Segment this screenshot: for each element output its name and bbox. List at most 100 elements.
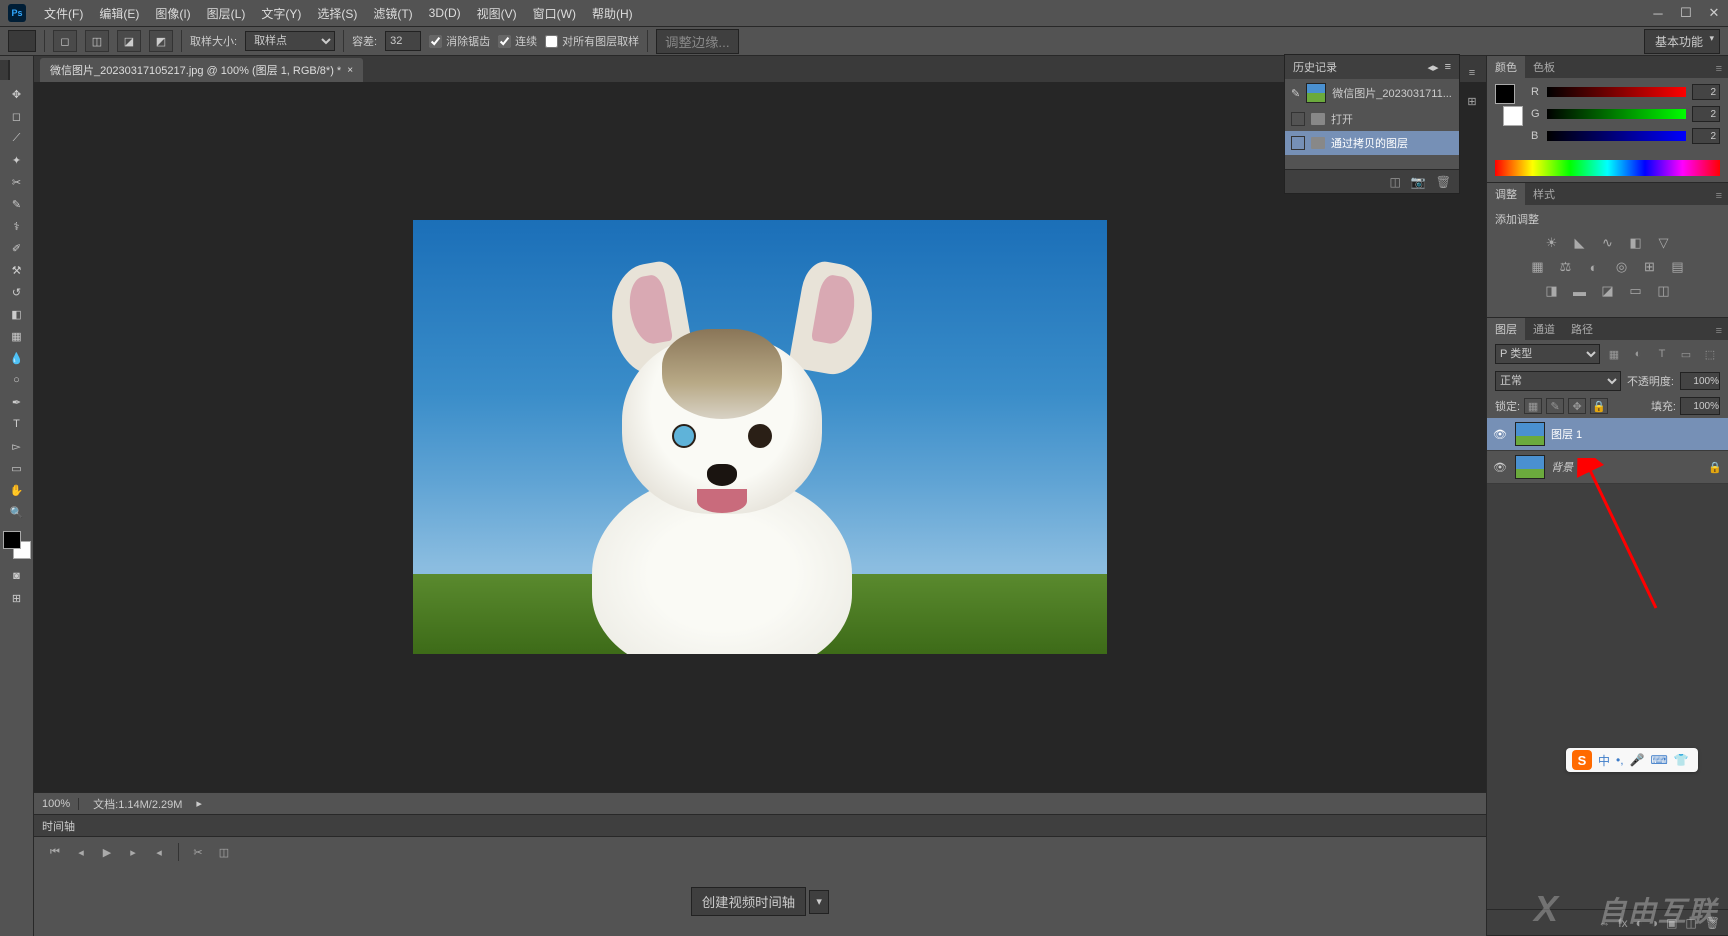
minimize-icon[interactable]: ─ (1644, 2, 1672, 24)
lasso-tool-icon[interactable]: ⟋ (3, 127, 31, 149)
ime-keyboard-icon[interactable]: ⌨ (1651, 753, 1668, 767)
menu-file[interactable]: 文件(F) (36, 2, 91, 25)
color-lookup-icon[interactable]: ▤ (1669, 259, 1687, 275)
tab-paths[interactable]: 路径 (1563, 318, 1601, 340)
create-video-timeline-button[interactable]: 创建视频时间轴 (691, 887, 806, 916)
r-slider[interactable] (1547, 87, 1686, 97)
sample-size-select[interactable]: 取样点 (245, 31, 335, 51)
invert-icon[interactable]: ◨ (1543, 283, 1561, 299)
levels-icon[interactable]: ◣ (1571, 235, 1589, 251)
marquee-tool-icon[interactable]: ◻ (3, 105, 31, 127)
adjustments-panel-menu-icon[interactable]: ≡ (1710, 187, 1728, 205)
layer-row-layer1[interactable]: 👁 图层 1 (1487, 418, 1728, 451)
selective-color-icon[interactable]: ◫ (1655, 283, 1673, 299)
color-swatches[interactable] (3, 531, 31, 559)
ime-toolbar[interactable]: S 中 •, 🎤 ⌨ 👕 (1566, 748, 1698, 772)
blend-mode-select[interactable]: 正常 (1495, 371, 1621, 391)
quick-mask-icon[interactable]: ◙ (3, 565, 31, 587)
shape-tool-icon[interactable]: ▭ (3, 457, 31, 479)
timeline-play-icon[interactable]: ▶ (96, 843, 118, 861)
timeline-scissors-icon[interactable]: ✂ (187, 843, 209, 861)
curves-icon[interactable]: ∿ (1599, 235, 1617, 251)
threshold-icon[interactable]: ◪ (1599, 283, 1617, 299)
stamp-tool-icon[interactable]: ⚒ (3, 259, 31, 281)
add-selection-icon[interactable]: ◫ (85, 30, 109, 52)
tab-color[interactable]: 颜色 (1487, 56, 1525, 78)
history-snapshot-icon[interactable]: 📷 (1411, 175, 1426, 189)
lock-pixels-icon[interactable]: ✎ (1546, 398, 1564, 414)
dodge-tool-icon[interactable]: ○ (3, 369, 31, 391)
layer-row-background[interactable]: 👁 背景 🔒 (1487, 451, 1728, 484)
b-slider[interactable] (1547, 131, 1686, 141)
color-spectrum[interactable] (1495, 160, 1720, 176)
g-value-input[interactable] (1692, 106, 1720, 122)
zoom-tool-icon[interactable]: 🔍 (3, 501, 31, 523)
subtract-selection-icon[interactable]: ◪ (117, 30, 141, 52)
history-collapse-icon[interactable]: ◂▸ (1428, 61, 1439, 74)
filter-text-icon[interactable]: T (1652, 345, 1672, 363)
tab-swatches[interactable]: 色板 (1525, 56, 1563, 78)
clone-source-collapsed-icon[interactable]: ⊞ (1462, 92, 1482, 110)
eraser-tool-icon[interactable]: ◧ (3, 303, 31, 325)
timeline-next-frame-icon[interactable]: ▸ (122, 843, 144, 861)
maximize-icon[interactable]: ☐ (1672, 2, 1700, 24)
tolerance-input[interactable] (385, 31, 421, 51)
g-slider[interactable] (1547, 109, 1686, 119)
filter-shape-icon[interactable]: ▭ (1676, 345, 1696, 363)
filter-smart-icon[interactable]: ⬚ (1700, 345, 1720, 363)
blur-tool-icon[interactable]: 💧 (3, 347, 31, 369)
menu-window[interactable]: 窗口(W) (525, 2, 584, 25)
intersect-selection-icon[interactable]: ◩ (149, 30, 173, 52)
eyedropper-tool-icon[interactable]: ✎ (3, 193, 31, 215)
foreground-color-swatch[interactable] (3, 531, 21, 549)
timeline-panel-tab[interactable]: 时间轴 (34, 814, 1486, 836)
filter-adjust-icon[interactable]: ◐ (1628, 345, 1648, 363)
menu-3d[interactable]: 3D(D) (421, 3, 469, 23)
color-panel-menu-icon[interactable]: ≡ (1710, 60, 1728, 78)
layer-name[interactable]: 背景 (1551, 459, 1702, 475)
color-balance-icon[interactable]: ⚖ (1557, 259, 1575, 275)
history-new-doc-icon[interactable]: ◫ (1389, 175, 1400, 189)
layer-visibility-icon[interactable]: 👁 (1493, 461, 1509, 474)
path-selection-tool-icon[interactable]: ▻ (3, 435, 31, 457)
gradient-map-icon[interactable]: ▭ (1627, 283, 1645, 299)
ime-lang-icon[interactable]: 中 (1598, 752, 1610, 769)
anti-alias-checkbox[interactable] (429, 35, 442, 48)
crop-tool-icon[interactable]: ✂ (3, 171, 31, 193)
layers-panel-menu-icon[interactable]: ≡ (1710, 322, 1728, 340)
menu-type[interactable]: 文字(Y) (253, 2, 309, 25)
posterize-icon[interactable]: ▬ (1571, 283, 1589, 299)
timeline-prev-frame-icon[interactable]: ◂ (70, 843, 92, 861)
lock-transparency-icon[interactable]: ▦ (1524, 398, 1542, 414)
history-step-open[interactable]: 打开 (1285, 107, 1459, 131)
vibrance-icon[interactable]: ▽ (1655, 235, 1673, 251)
color-fg-swatch[interactable] (1495, 84, 1515, 104)
fill-input[interactable] (1680, 397, 1720, 415)
pen-tool-icon[interactable]: ✒ (3, 391, 31, 413)
menu-edit[interactable]: 编辑(E) (91, 2, 147, 25)
brush-tool-icon[interactable]: ✐ (3, 237, 31, 259)
screen-mode-icon[interactable]: ⊞ (3, 587, 31, 609)
menu-image[interactable]: 图像(I) (147, 2, 198, 25)
hand-tool-icon[interactable]: ✋ (3, 479, 31, 501)
r-value-input[interactable] (1692, 84, 1720, 100)
lock-position-icon[interactable]: ✥ (1568, 398, 1586, 414)
timeline-last-frame-icon[interactable]: ◂ (148, 843, 170, 861)
photo-filter-icon[interactable]: ◎ (1613, 259, 1631, 275)
timeline-transition-icon[interactable]: ◫ (213, 843, 235, 861)
bw-icon[interactable]: ◐ (1585, 259, 1603, 275)
layer-filter-kind[interactable]: P 类型 (1495, 344, 1600, 364)
history-step-copy-layer[interactable]: 通过拷贝的图层 (1285, 131, 1459, 155)
all-layers-checkbox[interactable] (545, 35, 558, 48)
history-brush-tool-icon[interactable]: ↺ (3, 281, 31, 303)
menu-select[interactable]: 选择(S) (309, 2, 365, 25)
magic-wand-tool-icon[interactable]: ✦ (3, 149, 31, 171)
ime-mic-icon[interactable]: 🎤 (1630, 753, 1645, 767)
menu-help[interactable]: 帮助(H) (584, 2, 641, 25)
brush-presets-collapsed-icon[interactable]: ≡ (1462, 64, 1482, 82)
close-window-icon[interactable]: ✕ (1700, 2, 1728, 24)
menu-filter[interactable]: 滤镜(T) (365, 2, 420, 25)
history-document-row[interactable]: ✎ 微信图片_2023031711... (1285, 79, 1459, 107)
canvas[interactable] (34, 82, 1486, 792)
b-value-input[interactable] (1692, 128, 1720, 144)
